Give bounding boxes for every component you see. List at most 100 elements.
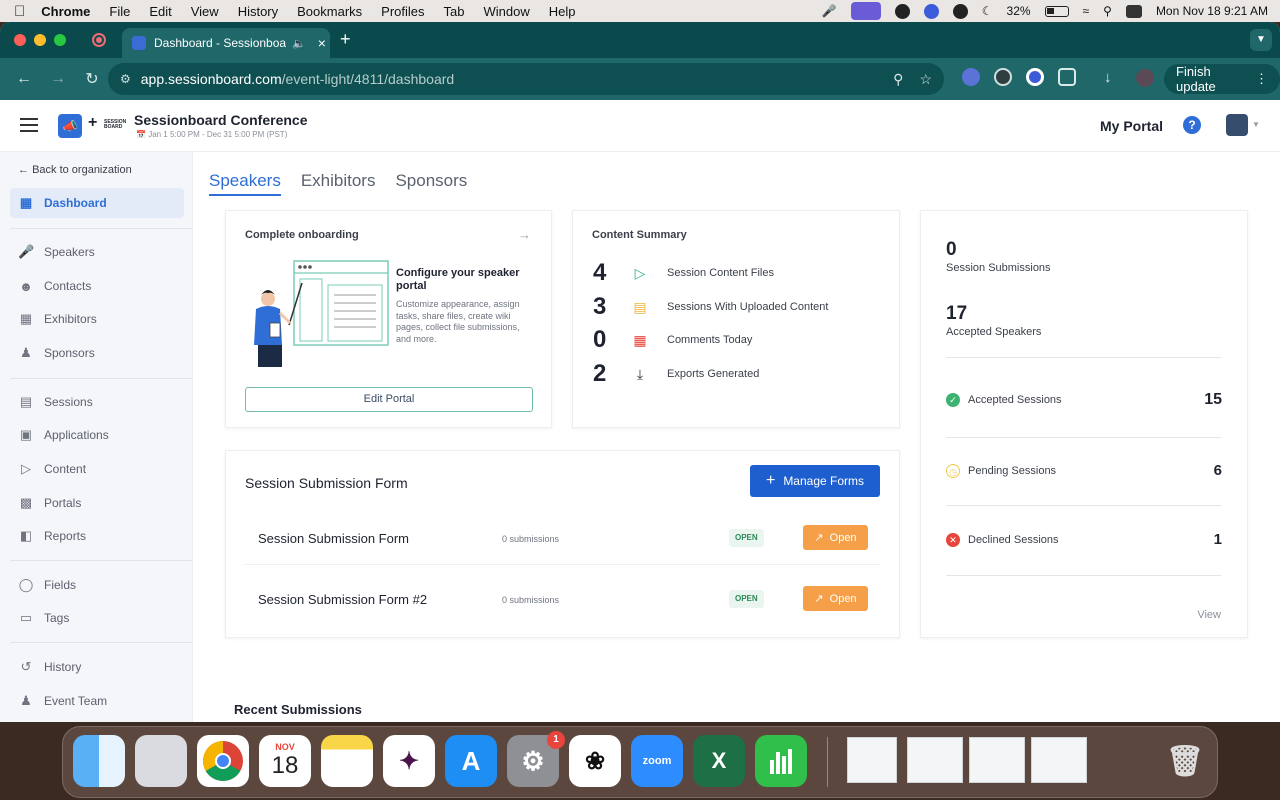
form-row[interactable]: Session Submission Form #2 0 submissions… <box>245 576 881 626</box>
menu-tab[interactable]: Tab <box>444 4 465 19</box>
sidebar-item-exhibitors[interactable]: ▦ Exhibitors <box>10 304 184 334</box>
wifi-icon[interactable]: ≈ <box>1083 4 1090 18</box>
menu-app-name[interactable]: Chrome <box>41 4 90 19</box>
excel-icon[interactable]: X <box>693 735 745 787</box>
zoom-window-button[interactable] <box>54 34 66 46</box>
tab-exhibitors[interactable]: Exhibitors <box>301 171 376 196</box>
menu-history[interactable]: History <box>238 4 278 19</box>
extension-badge-icon[interactable] <box>962 68 980 86</box>
view-link[interactable]: View <box>1197 609 1221 621</box>
moon-icon[interactable]: ☾ <box>982 4 993 18</box>
zoom-lens-icon[interactable]: ⚲ <box>893 71 903 88</box>
record-extension-icon[interactable] <box>1026 68 1044 86</box>
minimize-window-button[interactable] <box>34 34 46 46</box>
sidebar-item-dashboard[interactable]: ▦ Dashboard <box>10 188 184 218</box>
zoom-menu-icon[interactable] <box>923 3 939 19</box>
finder-icon[interactable] <box>73 735 125 787</box>
grammarly-icon[interactable] <box>894 3 910 19</box>
grammarly-extension-icon[interactable] <box>994 68 1012 86</box>
puzzle-icon[interactable] <box>1058 68 1076 86</box>
tab-speakers[interactable]: Speakers <box>209 171 281 196</box>
finish-update-button[interactable]: Finish update ⋮ <box>1164 64 1280 94</box>
record-icon[interactable] <box>92 33 106 47</box>
sidebar-item-speakers[interactable]: 🎤 Speakers <box>10 237 184 267</box>
clock-text[interactable]: Mon Nov 18 9:21 AM <box>1156 4 1268 18</box>
sidebar-item-contacts[interactable]: ☻ Contacts <box>10 271 184 301</box>
control-center-icon[interactable] <box>1125 4 1142 18</box>
browser-tab[interactable]: Dashboard - Sessionboard 🔈 × <box>122 28 330 58</box>
chatgpt-icon[interactable]: ❀ <box>569 735 621 787</box>
speaker-icon[interactable]: 🔈 <box>292 37 306 50</box>
menu-bookmarks[interactable]: Bookmarks <box>297 4 362 19</box>
window-thumbnail[interactable] <box>969 737 1025 783</box>
apple-icon[interactable]:  <box>14 3 25 20</box>
my-portal-link[interactable]: My Portal <box>1100 118 1163 134</box>
app-store-icon[interactable]: A <box>445 735 497 787</box>
battery-icon[interactable] <box>1044 5 1069 17</box>
back-icon[interactable]: ← <box>14 70 34 88</box>
window-thumbnail[interactable] <box>1093 737 1149 783</box>
download-icon[interactable]: ↓ <box>1104 69 1112 86</box>
edit-portal-button[interactable]: Edit Portal <box>245 387 533 412</box>
calendar-icon[interactable]: NOV 18 <box>259 735 311 787</box>
launchpad-icon[interactable] <box>135 735 187 787</box>
hamburger-menu-icon[interactable] <box>20 118 38 132</box>
accepted-sessions-row[interactable]: ✓ Accepted Sessions 15 <box>946 391 1222 409</box>
help-icon[interactable]: ? <box>1183 116 1201 134</box>
sidebar-item-event-team[interactable]: ♟ Event Team <box>10 686 184 716</box>
summary-row[interactable]: 0 ▦ Comments Today <box>593 326 752 354</box>
menu-window[interactable]: Window <box>484 4 530 19</box>
tab-search-icon[interactable]: ▼ <box>1250 29 1272 51</box>
slack-icon[interactable]: ✦ <box>383 735 435 787</box>
sidebar-item-sponsors[interactable]: ♟ Sponsors <box>10 338 184 368</box>
reload-icon[interactable]: ↻ <box>82 69 102 89</box>
address-bar[interactable]: ⚙ app.sessionboard.com/event-light/4811/… <box>108 63 944 95</box>
form-row[interactable]: Session Submission Form 0 submissions OP… <box>245 515 881 565</box>
summary-row[interactable]: 2 ⤓ Exports Generated <box>593 360 759 388</box>
menu-view[interactable]: View <box>191 4 219 19</box>
system-settings-icon[interactable]: ⚙ 1 <box>507 731 565 787</box>
menu-edit[interactable]: Edit <box>149 4 171 19</box>
user-avatar[interactable] <box>1226 114 1248 136</box>
sidebar-item-portals[interactable]: ▩ Portals <box>10 488 184 518</box>
chrome-icon[interactable] <box>197 735 249 787</box>
summary-row[interactable]: 4 ▷ Session Content Files <box>593 259 774 287</box>
pending-sessions-row[interactable]: ◷ Pending Sessions 6 <box>946 462 1222 479</box>
window-thumbnail[interactable] <box>847 737 897 783</box>
declined-sessions-row[interactable]: ✕ Declined Sessions 1 <box>946 531 1222 548</box>
bookmark-star-icon[interactable]: ☆ <box>919 71 932 88</box>
window-thumbnail[interactable] <box>907 737 963 783</box>
menu-file[interactable]: File <box>109 4 130 19</box>
zoom-icon[interactable]: zoom <box>631 735 683 787</box>
trash-icon[interactable]: 🗑 <box>1159 735 1211 787</box>
menu-profiles[interactable]: Profiles <box>381 4 424 19</box>
window-thumbnail[interactable] <box>1031 737 1087 783</box>
profile-avatar[interactable] <box>1136 69 1154 87</box>
menu-help[interactable]: Help <box>549 4 576 19</box>
arrow-right-icon[interactable]: → <box>518 227 531 242</box>
back-to-organization-link[interactable]: ← Back to organization <box>18 164 132 176</box>
notes-icon[interactable] <box>321 735 373 787</box>
screen-share-icon[interactable] <box>850 2 881 20</box>
numbers-icon[interactable] <box>755 735 807 787</box>
manage-forms-button[interactable]: + Manage Forms <box>750 465 880 497</box>
chatgpt-icon[interactable] <box>952 3 968 19</box>
forward-icon[interactable]: → <box>48 70 68 88</box>
sidebar-item-fields[interactable]: ◯ Fields <box>10 570 184 600</box>
sidebar-item-tags[interactable]: ▭ Tags <box>10 603 184 633</box>
site-info-icon[interactable]: ⚙ <box>120 72 131 86</box>
close-window-button[interactable] <box>14 34 26 46</box>
tab-sponsors[interactable]: Sponsors <box>395 171 467 196</box>
spotlight-icon[interactable]: ⚲ <box>1103 4 1112 18</box>
open-form-button[interactable]: ↗ Open <box>803 586 868 611</box>
microphone-icon[interactable]: 🎤 <box>822 4 837 18</box>
kebab-menu-icon[interactable]: ⋮ <box>1255 71 1268 87</box>
form-name[interactable]: Session Submission Form <box>258 531 409 546</box>
summary-row[interactable]: 3 ▤ Sessions With Uploaded Content <box>593 293 828 321</box>
form-name[interactable]: Session Submission Form #2 <box>258 592 427 607</box>
sidebar-item-sessions[interactable]: ▤ Sessions <box>10 387 184 417</box>
close-tab-icon[interactable]: × <box>318 35 326 51</box>
new-tab-icon[interactable]: + <box>340 29 351 50</box>
sidebar-item-history[interactable]: ↺ History <box>10 652 184 682</box>
sidebar-item-applications[interactable]: ▣ Applications <box>10 420 184 450</box>
